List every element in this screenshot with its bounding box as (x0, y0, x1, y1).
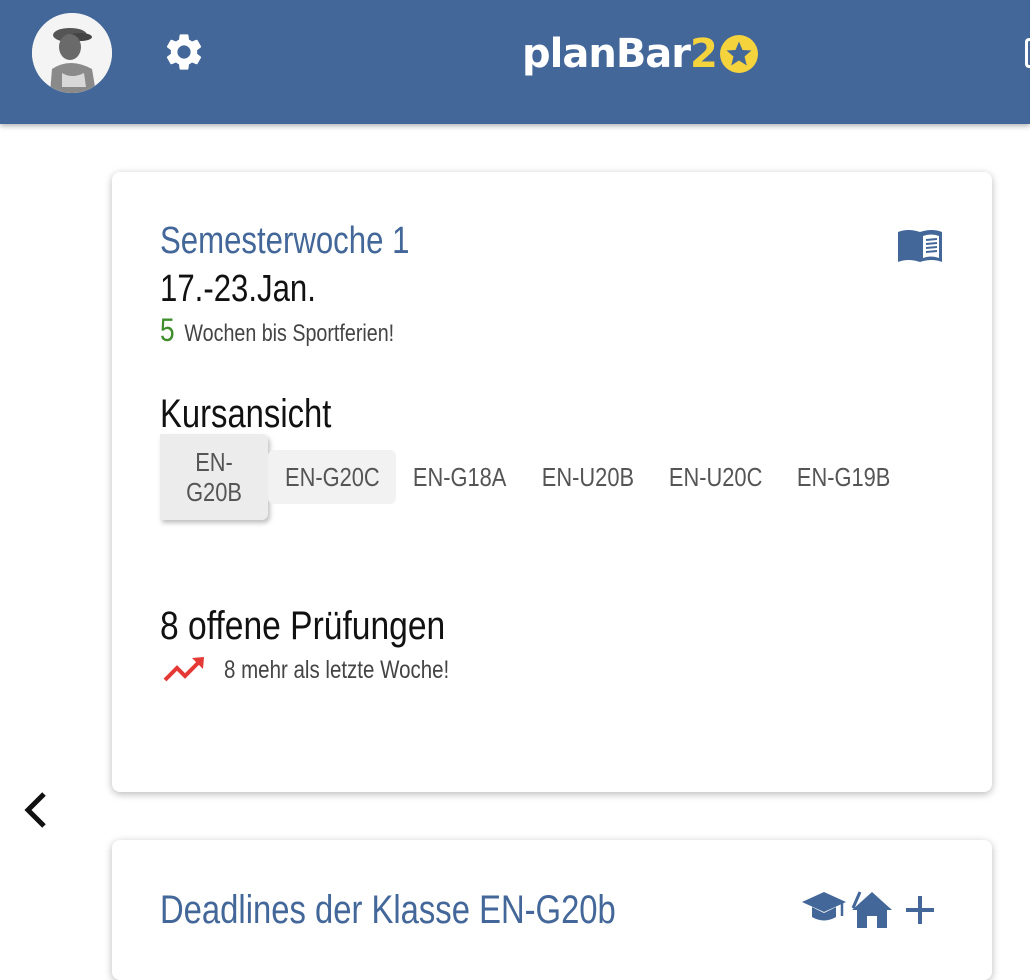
holiday-countdown: 5 Wochen bis Sportferien! (160, 312, 394, 349)
course-tabs: EN-G20B EN-G20C EN-G18A EN-U20B EN-U20C … (160, 434, 940, 520)
countdown-text: Wochen bis Sportferien! (184, 320, 395, 347)
tab-label: EN-G19B (797, 462, 891, 492)
tab-label: EN-U20B (541, 462, 635, 492)
tab-en-g18a[interactable]: EN-G18A (396, 450, 524, 504)
tab-en-u20b[interactable]: EN-U20B (524, 450, 652, 504)
back-button[interactable] (18, 788, 54, 832)
open-book-button[interactable] (896, 226, 944, 266)
exams-trend-text: 8 mehr als letzte Woche! (224, 656, 450, 684)
plus-icon[interactable] (896, 886, 944, 930)
week-overview-card: Semesterwoche 1 17.-23.Jan. 5 Wochen bis … (112, 172, 992, 792)
deadlines-card: Deadlines der Klasse EN-G20b (112, 840, 992, 980)
home-icon[interactable] (848, 886, 896, 930)
settings-button[interactable] (162, 30, 206, 74)
week-date-range: 17.-23.Jan. (160, 268, 316, 310)
semester-week-title: Semesterwoche 1 (160, 220, 410, 262)
tab-label: EN-G20B (186, 447, 242, 507)
open-exams-title: 8 offene Prüfungen (160, 604, 446, 648)
avatar-photo (32, 13, 112, 93)
deadline-actions (800, 886, 944, 930)
user-avatar[interactable] (32, 13, 112, 93)
brand-main: planBar (522, 31, 691, 77)
tab-en-u20c[interactable]: EN-U20C (652, 450, 780, 504)
app-brand: planBar 2 (522, 28, 759, 80)
tab-label: EN-G18A (413, 462, 507, 492)
tab-en-g19b[interactable]: EN-G19B (780, 450, 908, 504)
app-header: planBar 2 (0, 0, 1030, 124)
deadlines-title: Deadlines der Klasse EN-G20b (160, 888, 616, 932)
tab-en-g20b[interactable]: EN-G20B (160, 434, 268, 520)
tab-label: EN-U20C (669, 462, 763, 492)
brand-accent: 2 (690, 31, 718, 77)
course-view-title: Kursansicht (160, 392, 332, 436)
gear-icon (166, 34, 202, 70)
book-icon (898, 230, 942, 262)
window-edge-marker (1025, 38, 1030, 68)
graduation-cap-icon[interactable] (800, 886, 848, 930)
tab-en-g20c[interactable]: EN-G20C (268, 450, 396, 504)
chevron-left-icon (24, 792, 46, 828)
star-badge-icon (719, 35, 758, 73)
tab-label: EN-G20C (284, 462, 380, 492)
countdown-number: 5 (160, 312, 175, 348)
trending-up-icon (163, 657, 204, 682)
